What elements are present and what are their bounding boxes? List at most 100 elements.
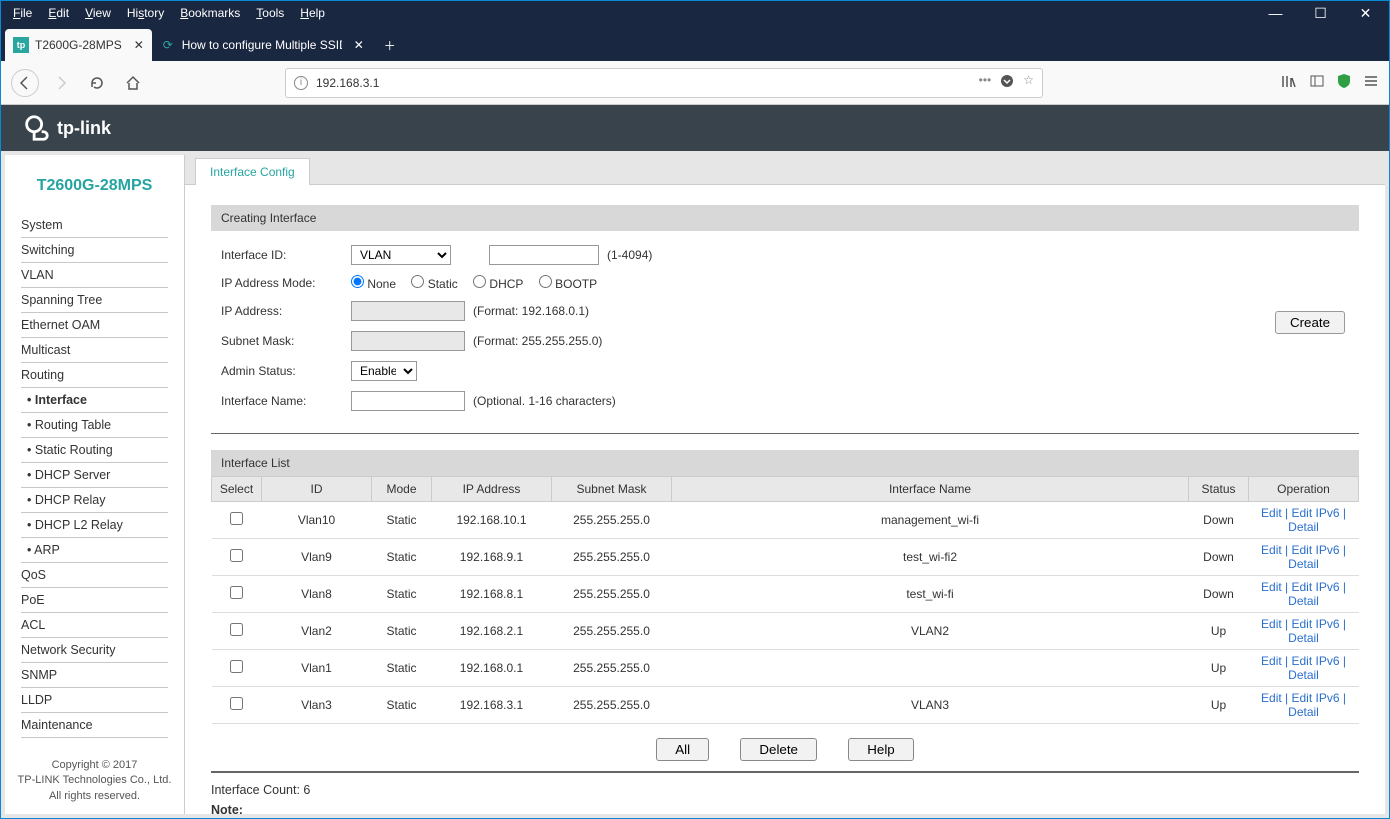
admin-status-select[interactable]: Enable [351,361,417,381]
url-input[interactable]: i 192.168.3.1 ••• ☆ [285,68,1043,98]
window-minimize-button[interactable]: — [1253,2,1298,24]
sidebar-item-spanning-tree[interactable]: Spanning Tree [21,288,168,313]
sidebar-item-routing[interactable]: Routing [21,363,168,388]
site-info-icon[interactable]: i [294,76,308,90]
sidebar-item-dhcp-relay[interactable]: DHCP Relay [21,488,168,513]
sidebar-item-network-security[interactable]: Network Security [21,638,168,663]
logo-icon [21,113,51,143]
page-tabs: Interface Config [185,155,1385,185]
interface-name-hint: (Optional. 1-16 characters) [473,394,616,408]
menu-file[interactable]: File [5,4,40,22]
browser-tab-2[interactable]: ⟳ How to configure Multiple SSID ✕ [152,29,372,61]
operation-links[interactable]: Edit | Edit IPv6 | Detail [1261,506,1346,534]
interface-id-input[interactable] [489,245,599,265]
subnet-input[interactable] [351,331,465,351]
cell-mask: 255.255.255.0 [552,650,672,687]
new-tab-button[interactable]: ＋ [372,29,408,61]
sidebar-item-multicast[interactable]: Multicast [21,338,168,363]
shield-down-icon[interactable] [999,73,1015,92]
reload-button[interactable] [83,69,111,97]
menu-help[interactable]: Help [292,4,333,22]
sidebar-item-dhcp-server[interactable]: DHCP Server [21,463,168,488]
subnet-hint: (Format: 255.255.255.0) [473,334,602,348]
operation-links[interactable]: Edit | Edit IPv6 | Detail [1261,617,1346,645]
more-dots-icon[interactable]: ••• [979,73,992,92]
interface-id-type-select[interactable]: VLAN [351,245,451,265]
cell-mask: 255.255.255.0 [552,539,672,576]
cell-mask: 255.255.255.0 [552,613,672,650]
row-select-checkbox[interactable] [230,586,243,599]
row-select-checkbox[interactable] [230,549,243,562]
cell-status: Down [1189,539,1249,576]
tab-interface-config[interactable]: Interface Config [195,158,310,185]
operation-links[interactable]: Edit | Edit IPv6 | Detail [1261,543,1346,571]
ip-addr-input[interactable] [351,301,465,321]
interface-name-input[interactable] [351,391,465,411]
sidebar-item-dhcp-l2-relay[interactable]: DHCP L2 Relay [21,513,168,538]
operation-links[interactable]: Edit | Edit IPv6 | Detail [1261,654,1346,682]
sidebar-item-static-routing[interactable]: Static Routing [21,438,168,463]
sidebar-item-maintenance[interactable]: Maintenance [21,713,168,738]
cell-name: management_wi-fi [672,502,1189,539]
close-tab-icon[interactable]: ✕ [354,38,364,52]
create-button[interactable]: Create [1275,311,1345,334]
sidebar-item-ethernet-oam[interactable]: Ethernet OAM [21,313,168,338]
bookmark-star-icon[interactable]: ☆ [1023,73,1034,92]
delete-button[interactable]: Delete [740,738,817,761]
sidebar-item-system[interactable]: System [21,213,168,238]
app-menu-icon[interactable] [1363,73,1379,92]
table-row: Vlan1Static192.168.0.1255.255.255.0UpEdi… [212,650,1359,687]
menu-bookmarks[interactable]: Bookmarks [172,4,248,22]
row-select-checkbox[interactable] [230,512,243,525]
library-icon[interactable] [1281,73,1297,92]
extension-shield-icon[interactable] [1337,73,1351,92]
interface-list-panel: Interface List Select ID Mode IP Address… [211,450,1359,814]
sidebar-item-switching[interactable]: Switching [21,238,168,263]
sidebar-item-lldp[interactable]: LLDP [21,688,168,713]
interface-name-label: Interface Name: [221,394,351,408]
forward-button[interactable] [47,69,75,97]
brand-text: tp-link [57,118,111,139]
operation-links[interactable]: Edit | Edit IPv6 | Detail [1261,691,1346,719]
cell-ip: 192.168.2.1 [432,613,552,650]
col-select: Select [212,477,262,502]
window-close-button[interactable]: ✕ [1343,2,1388,24]
row-select-checkbox[interactable] [230,697,243,710]
all-button[interactable]: All [656,738,709,761]
help-button[interactable]: Help [848,738,913,761]
menu-edit[interactable]: Edit [40,4,77,22]
cell-id: Vlan2 [262,613,372,650]
cell-mask: 255.255.255.0 [552,687,672,724]
ip-mode-dhcp[interactable]: DHCP [473,277,523,291]
sidebar-item-poe[interactable]: PoE [21,588,168,613]
operation-links[interactable]: Edit | Edit IPv6 | Detail [1261,580,1346,608]
list-panel-title: Interface List [211,450,1359,476]
row-select-checkbox[interactable] [230,660,243,673]
sidebar-item-arp[interactable]: ARP [21,538,168,563]
sidebar-item-interface[interactable]: Interface [21,388,168,413]
sidebar-item-routing-table[interactable]: Routing Table [21,413,168,438]
sidebar-item-vlan[interactable]: VLAN [21,263,168,288]
back-button[interactable] [11,69,39,97]
cell-name: VLAN3 [672,687,1189,724]
ip-mode-bootp[interactable]: BOOTP [539,277,597,291]
home-button[interactable] [119,69,147,97]
menu-history[interactable]: History [119,4,172,22]
cell-id: Vlan10 [262,502,372,539]
sidebar-item-snmp[interactable]: SNMP [21,663,168,688]
col-status: Status [1189,477,1249,502]
menu-tools[interactable]: Tools [248,4,292,22]
sidebar-item-qos[interactable]: QoS [21,563,168,588]
cell-mode: Static [372,502,432,539]
close-tab-icon[interactable]: ✕ [134,38,144,52]
cell-name: test_wi-fi2 [672,539,1189,576]
ip-mode-none[interactable]: None [351,277,396,291]
window-maximize-button[interactable]: ☐ [1298,2,1343,24]
sidebar-item-save-config[interactable]: Save Config [21,738,168,740]
menu-view[interactable]: View [77,4,119,22]
sidebar-item-acl[interactable]: ACL [21,613,168,638]
row-select-checkbox[interactable] [230,623,243,636]
ip-mode-static[interactable]: Static [411,277,457,291]
sidebar-toggle-icon[interactable] [1309,73,1325,92]
browser-tab-active[interactable]: tp T2600G-28MPS ✕ [5,29,152,61]
